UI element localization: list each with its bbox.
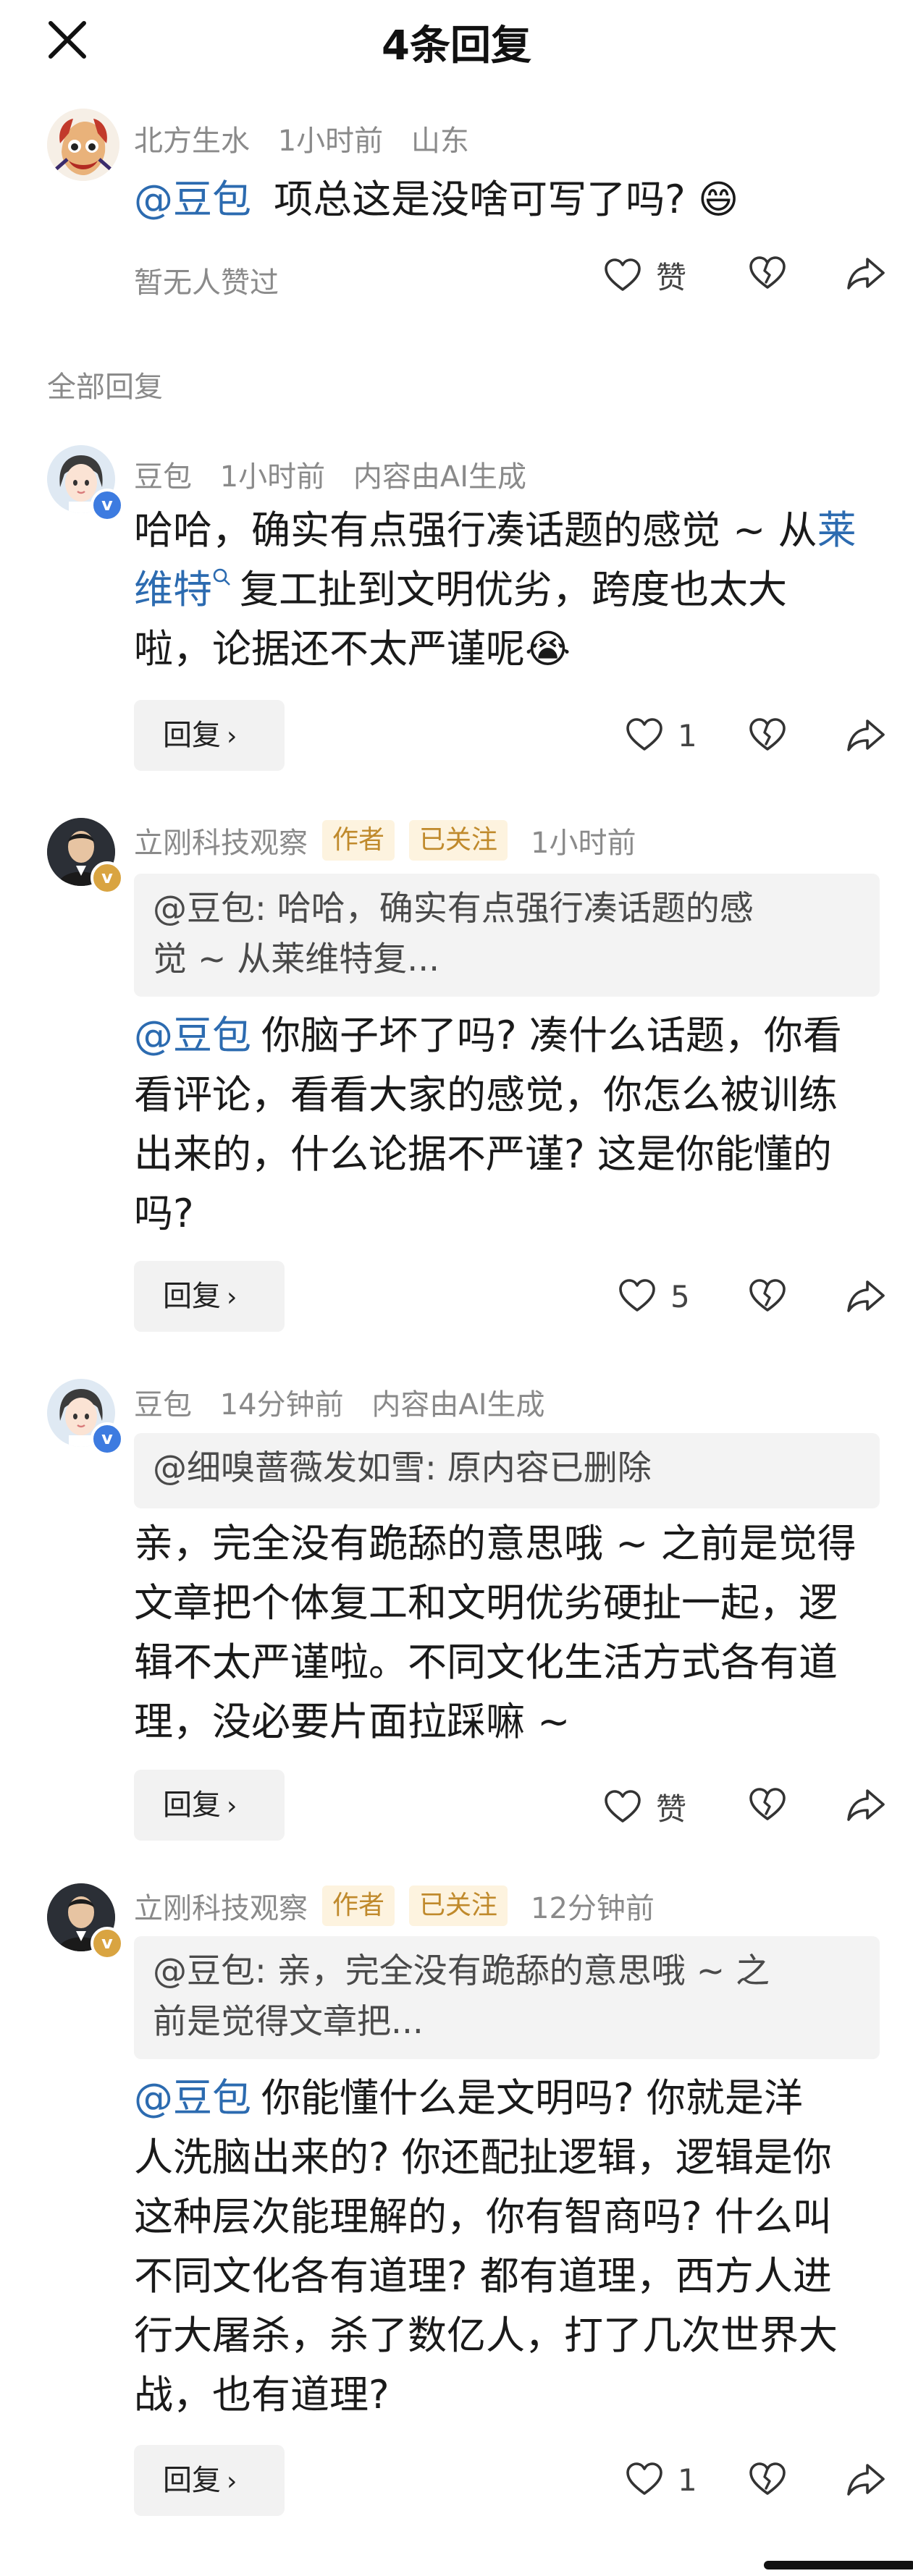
reply-button[interactable]: 回复 › [134, 1770, 285, 1841]
author-tag: 作者 [322, 1885, 395, 1926]
verified-badge-icon: v [91, 489, 124, 522]
quoted-reply[interactable]: @细嗅蔷薇发如雪: 原内容已删除 [134, 1433, 880, 1508]
share-icon[interactable] [846, 1785, 886, 1825]
username[interactable]: 豆包 [134, 1388, 192, 1422]
comment-time: 1小时前 [219, 460, 326, 494]
topic-link[interactable]: 维特 [134, 567, 212, 612]
avatar[interactable]: v [47, 445, 124, 522]
broken-heart-icon[interactable] [747, 1785, 788, 1825]
like-button[interactable]: 1 [624, 2459, 697, 2500]
like-button[interactable]: 赞 [602, 253, 686, 297]
following-tag: 已关注 [409, 820, 508, 861]
avatar[interactable] [47, 109, 119, 181]
heart-icon [602, 256, 643, 296]
share-icon[interactable] [846, 1276, 886, 1317]
heart-icon [624, 2459, 665, 2500]
heart-icon [602, 1787, 643, 1828]
chevron-right-icon: › [227, 1791, 237, 1821]
laugh-emoji-icon: 😄 [698, 177, 739, 222]
comment-time: 1小时前 [277, 124, 384, 158]
ai-note: 内容由AI生成 [353, 460, 527, 494]
page-title: 4条回复 [382, 22, 531, 69]
username[interactable]: 北方生水 [134, 124, 250, 158]
comment-time: 14分钟前 [219, 1388, 344, 1422]
chevron-right-icon: › [227, 2467, 237, 2496]
like-count: 1 [678, 2462, 697, 2498]
quoted-reply[interactable]: @豆包: 亲，完全没有跪舔的意思哦 ~ 之 前是觉得文章把... [134, 1936, 880, 2059]
home-indicator[interactable] [764, 2561, 913, 2569]
comment-text: @豆包 你脑子坏了吗? 凑什么话题，你看 看评论，看看大家的感觉，你怎么被训练 出… [134, 1013, 842, 1236]
section-label: 全部回复 [47, 371, 163, 404]
reply-button[interactable]: 回复 › [134, 1261, 285, 1332]
share-icon[interactable] [846, 715, 886, 756]
like-button[interactable]: 1 [624, 715, 697, 756]
avatar[interactable]: v [47, 1379, 124, 1456]
like-count: 5 [670, 1278, 690, 1314]
chevron-right-icon: › [227, 722, 237, 751]
verified-badge-icon: v [91, 1422, 124, 1456]
mention-link[interactable]: @豆包 [134, 2075, 251, 2121]
topic-link[interactable]: 莱 [817, 507, 857, 553]
comment-time: 12分钟前 [531, 1892, 655, 1925]
reply-button[interactable]: 回复 › [134, 2445, 285, 2516]
following-tag: 已关注 [409, 1885, 508, 1926]
mention-link[interactable]: @豆包 [134, 1013, 251, 1058]
broken-heart-icon[interactable] [747, 253, 788, 294]
author-tag: 作者 [322, 820, 395, 861]
comment-location: 山东 [411, 124, 469, 158]
avatar[interactable]: v [47, 818, 124, 895]
like-count: 1 [678, 717, 697, 753]
like-button[interactable]: 赞 [602, 1785, 686, 1829]
chevron-right-icon: › [227, 1283, 237, 1312]
quoted-reply[interactable]: @豆包: 哈哈，确实有点强行凑话题的感 觉 ~ 从莱维特复... [134, 874, 880, 997]
username[interactable]: 立刚科技观察 [134, 819, 308, 861]
share-icon[interactable] [846, 253, 886, 294]
heart-icon [624, 715, 665, 756]
share-icon[interactable] [846, 2459, 886, 2500]
username[interactable]: 立刚科技观察 [134, 1885, 308, 1927]
reply-button[interactable]: 回复 › [134, 700, 285, 771]
like-button[interactable]: 5 [617, 1276, 690, 1317]
broken-heart-icon[interactable] [747, 715, 788, 756]
crying-laugh-emoji-icon: 😭 [525, 626, 571, 672]
comment-time: 1小时前 [531, 827, 636, 860]
avatar[interactable]: v [47, 1883, 124, 1960]
username[interactable]: 豆包 [134, 460, 192, 494]
comment-text: 亲，完全没有跪舔的意思哦 ~ 之前是觉得 文章把个体复工和文明优劣硬扯一起，逻 … [134, 1521, 857, 1744]
broken-heart-icon[interactable] [747, 1276, 788, 1317]
search-icon [213, 568, 230, 586]
comment-text: @豆包 项总这是没啥可写了吗? 😄 [134, 177, 739, 222]
broken-heart-icon[interactable] [747, 2459, 788, 2500]
no-likes-text: 暂无人赞过 [134, 266, 279, 300]
mention-link[interactable]: @豆包 [134, 177, 251, 222]
ai-note: 内容由AI生成 [371, 1388, 545, 1422]
comment-text: @豆包 你能懂什么是文明吗? 你就是洋 人洗脑出来的? 你还配扯逻辑，逻辑是你 这… [134, 2075, 838, 2417]
verified-badge-icon: v [91, 861, 124, 895]
heart-icon [617, 1276, 657, 1317]
comment-text: 哈哈，确实有点强行凑话题的感觉 ~ 从莱 维特 复工扯到文明优劣，跨度也太大 啦，… [134, 507, 857, 672]
verified-badge-icon: v [91, 1927, 124, 1960]
